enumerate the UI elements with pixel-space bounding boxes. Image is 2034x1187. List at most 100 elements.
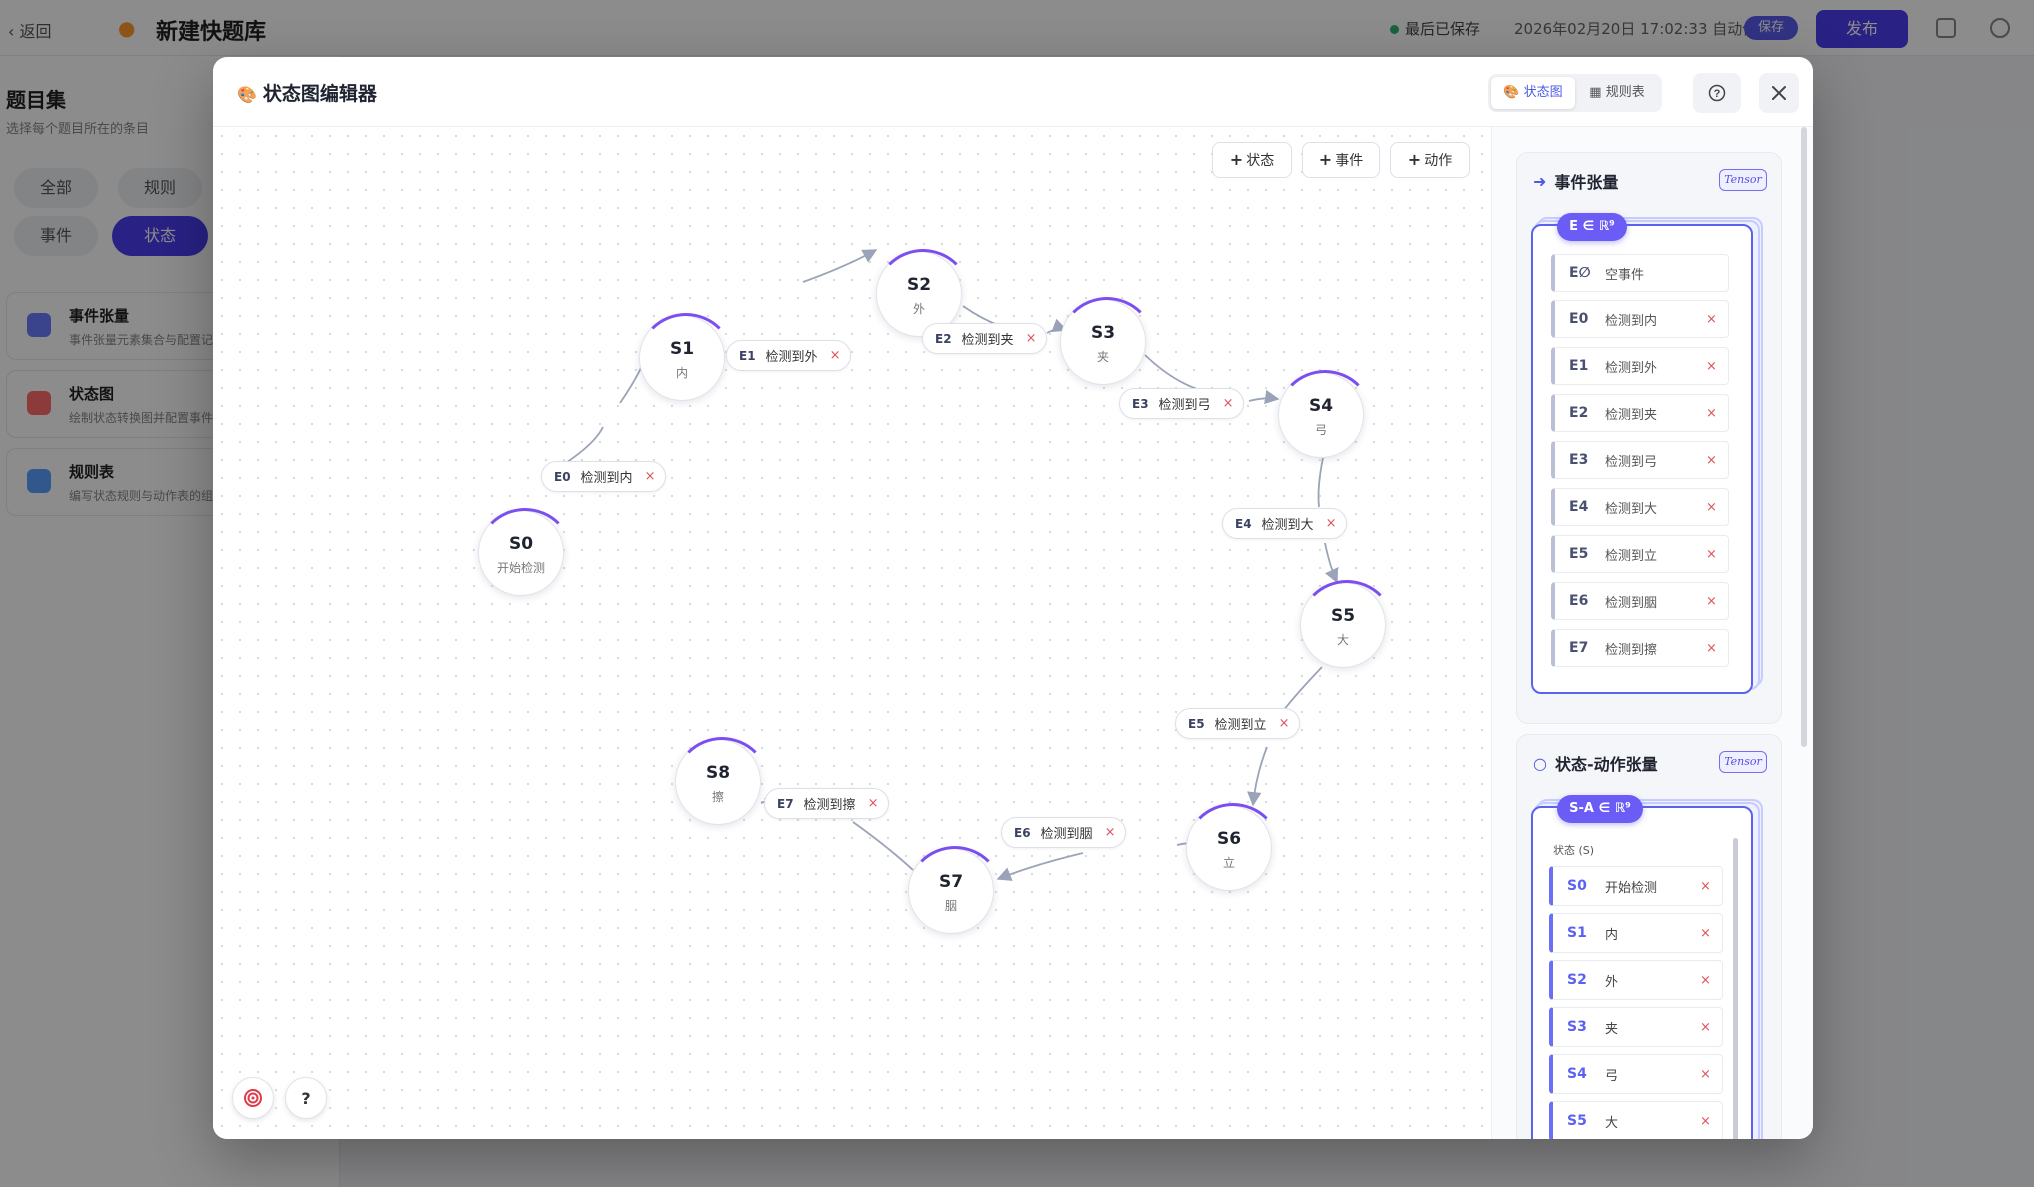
edge-label-e1[interactable]: E1 检测到外 × — [726, 340, 852, 371]
canvas-help-button[interactable]: ? — [285, 1077, 327, 1119]
state-node-s5[interactable]: S5 大 — [1298, 580, 1396, 668]
edge-label-e4[interactable]: E4 检测到大 × — [1222, 508, 1348, 539]
edge-line[interactable] — [996, 852, 1084, 881]
state-action-tensor-pill: S-A ∈ ℝ⁹ — [1557, 795, 1643, 823]
diagram-canvas[interactable]: + 状态 + 事件 + 动作 S0 开始检测 S1 内 S2 外 S3 夹 S4 弓 S5 大 S… — [213, 127, 1491, 1139]
remove-state-button[interactable]: × — [1700, 926, 1722, 941]
event-row-id: E1 — [1569, 358, 1589, 374]
event-row-label: 检测到夹 — [1605, 407, 1658, 423]
panel-scrollbar[interactable] — [1801, 127, 1807, 747]
help-button[interactable]: ? — [1693, 73, 1741, 113]
remove-event-button[interactable]: × — [1706, 500, 1728, 515]
remove-event-button[interactable]: × — [1706, 641, 1728, 656]
event-row[interactable]: E6 检测到胭 × — [1551, 582, 1729, 620]
event-row[interactable]: E7 检测到擦 × — [1551, 629, 1729, 667]
remove-event-button[interactable]: × — [1706, 359, 1728, 374]
remove-edge-button[interactable]: × — [1026, 331, 1037, 346]
close-button[interactable] — [1759, 73, 1799, 113]
edge-label-e5[interactable]: E5 检测到立 × — [1175, 708, 1301, 739]
remove-edge-button[interactable]: × — [1279, 716, 1290, 731]
tab-state-diagram[interactable]: 🎨 状态图 — [1491, 77, 1575, 109]
event-row-id: E0 — [1569, 311, 1589, 327]
state-id: S2 — [906, 275, 932, 295]
state-row[interactable]: S2 外 × — [1549, 960, 1723, 1000]
edge-line[interactable] — [802, 249, 878, 283]
state-row-id: S4 — [1567, 1066, 1587, 1082]
remove-event-button[interactable]: × — [1706, 406, 1728, 421]
add-action-button[interactable]: + 动作 — [1390, 142, 1470, 178]
edge-line[interactable] — [852, 821, 914, 871]
event-row[interactable]: E0 检测到内 × — [1551, 300, 1729, 338]
remove-edge-button[interactable]: × — [1223, 396, 1234, 411]
add-event-button[interactable]: + 事件 — [1302, 142, 1380, 178]
edge-line[interactable] — [1247, 746, 1268, 807]
add-state-label: 状态 — [1246, 153, 1275, 169]
edge-line[interactable] — [1248, 389, 1280, 405]
edge-label-e6[interactable]: E6 检测到胭 × — [1001, 817, 1127, 848]
event-row[interactable]: E3 检测到弓 × — [1551, 441, 1729, 479]
event-row-label: 检测到大 — [1605, 501, 1658, 517]
center-view-button[interactable] — [232, 1077, 274, 1119]
remove-event-button[interactable]: × — [1706, 453, 1728, 468]
remove-event-button[interactable]: × — [1706, 312, 1728, 327]
state-row-label: 外 — [1605, 974, 1619, 990]
edge-line[interactable] — [1324, 542, 1339, 584]
state-id: S5 — [1330, 606, 1356, 626]
add-state-button[interactable]: + 状态 — [1212, 142, 1292, 178]
event-label: 检测到夹 — [961, 333, 1014, 348]
remove-event-button[interactable]: × — [1706, 594, 1728, 609]
event-id: E4 — [1235, 516, 1252, 531]
remove-edge-button[interactable]: × — [645, 469, 656, 484]
event-row[interactable]: E5 检测到立 × — [1551, 535, 1729, 573]
states-section-label: 状态 (S) — [1553, 844, 1595, 857]
state-node-s6[interactable]: S6 立 — [1184, 803, 1282, 891]
remove-edge-button[interactable]: × — [1105, 825, 1116, 840]
table-icon: ▦ — [1589, 85, 1602, 100]
edge-label-e0[interactable]: E0 检测到内 × — [541, 461, 667, 492]
state-node-s3[interactable]: S3 夹 — [1058, 297, 1156, 385]
state-node-s7[interactable]: S7 胭 — [906, 846, 1004, 934]
remove-state-button[interactable]: × — [1700, 1067, 1722, 1082]
event-row[interactable]: E2 检测到夹 × — [1551, 394, 1729, 432]
remove-edge-button[interactable]: × — [1326, 516, 1337, 531]
state-row[interactable]: S3 夹 × — [1549, 1007, 1723, 1047]
close-icon — [1772, 86, 1786, 100]
state-node-s0[interactable]: S0 开始检测 — [476, 508, 574, 596]
edge-label-e2[interactable]: E2 检测到夹 × — [922, 323, 1048, 354]
remove-state-button[interactable]: × — [1700, 879, 1722, 894]
state-diagram-editor-modal: 🎨 状态图编辑器 🎨 状态图 ▦ 规则表 ? + 状态 + 事件 + 动作 S0… — [213, 57, 1813, 1139]
event-row-id: E3 — [1569, 452, 1589, 468]
state-id: S3 — [1090, 323, 1116, 343]
remove-state-button[interactable]: × — [1700, 1114, 1722, 1129]
edge-label-e3[interactable]: E3 检测到弓 × — [1119, 388, 1245, 419]
remove-edge-button[interactable]: × — [868, 796, 879, 811]
event-row[interactable]: E∅ 空事件 — [1551, 254, 1729, 292]
state-row[interactable]: S0 开始检测 × — [1549, 866, 1723, 906]
remove-edge-button[interactable]: × — [830, 348, 841, 363]
edge-line[interactable] — [1282, 666, 1323, 712]
state-row[interactable]: S5 大 × — [1549, 1101, 1723, 1139]
remove-state-button[interactable]: × — [1700, 973, 1722, 988]
state-node-s1[interactable]: S1 内 — [637, 313, 735, 401]
state-node-s8[interactable]: S8 擦 — [673, 737, 771, 825]
state-id: S6 — [1216, 829, 1242, 849]
state-list-scrollbar[interactable] — [1733, 838, 1738, 1139]
state-label: 内 — [675, 366, 688, 380]
state-row[interactable]: S4 弓 × — [1549, 1054, 1723, 1094]
remove-event-button[interactable]: × — [1706, 547, 1728, 562]
state-row[interactable]: S1 内 × — [1549, 913, 1723, 953]
event-row-id: E2 — [1569, 405, 1589, 421]
remove-state-button[interactable]: × — [1700, 1020, 1722, 1035]
event-row[interactable]: E1 检测到外 × — [1551, 347, 1729, 385]
state-row-id: S5 — [1567, 1113, 1587, 1129]
state-node-s4[interactable]: S4 弓 — [1276, 370, 1374, 458]
add-action-label: 动作 — [1424, 153, 1453, 169]
edge-label-e7[interactable]: E7 检测到擦 × — [764, 788, 890, 819]
event-id: E1 — [739, 348, 756, 363]
tab-rule-table[interactable]: ▦ 规则表 — [1575, 77, 1659, 109]
tensor-badge: Tensor — [1719, 169, 1767, 191]
circle-icon: ○ — [1533, 753, 1547, 773]
event-row[interactable]: E4 检测到大 × — [1551, 488, 1729, 526]
event-id: E6 — [1014, 825, 1031, 840]
event-row-id: E6 — [1569, 593, 1589, 609]
